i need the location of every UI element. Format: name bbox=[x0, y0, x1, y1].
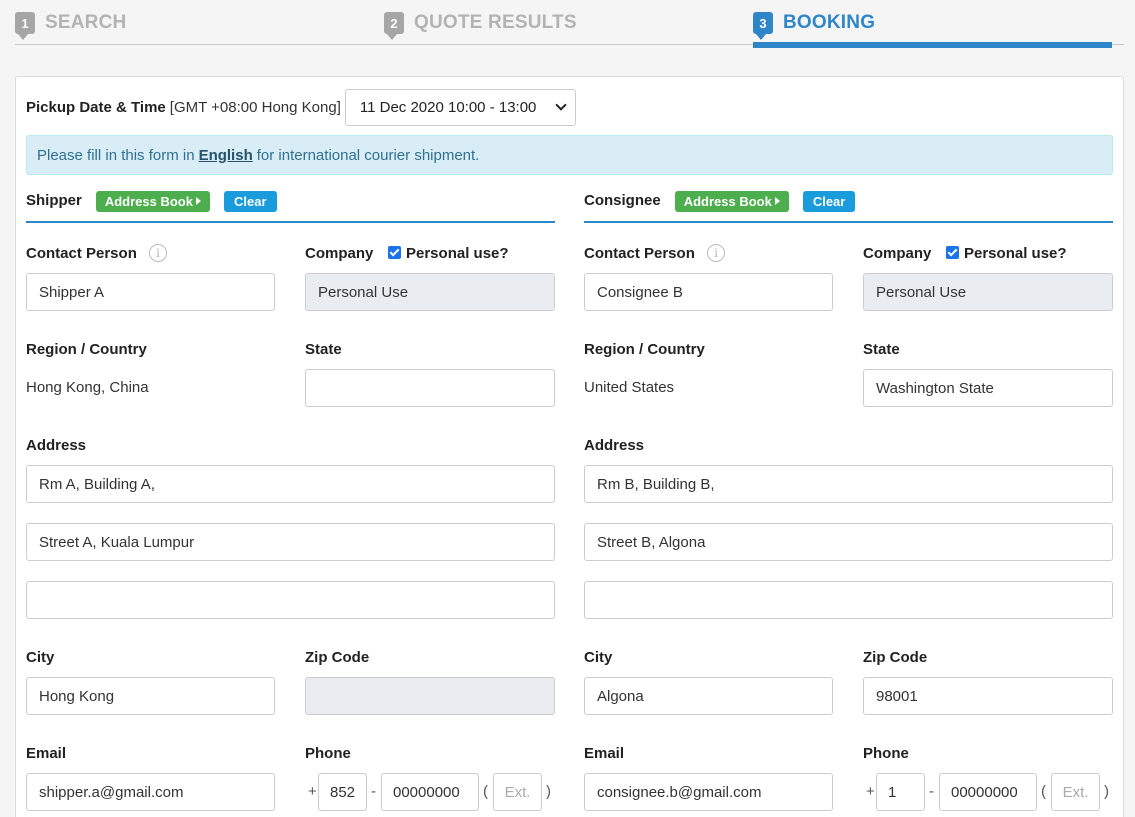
consignee-zip-input[interactable]: 98001 bbox=[863, 677, 1113, 715]
chevron-down-icon bbox=[555, 99, 567, 111]
shipper-email-input[interactable]: shipper.a@gmail.com bbox=[26, 773, 275, 811]
shipper-company-input: Personal Use bbox=[305, 273, 555, 311]
shipper-title: Shipper bbox=[26, 191, 82, 209]
pickup-row: Pickup Date & Time [GMT +08:00 Hong Kong… bbox=[26, 88, 576, 126]
consignee-state-label: State bbox=[863, 341, 900, 358]
consignee-phone-country-code[interactable]: 1 bbox=[876, 773, 925, 811]
consignee-email-input[interactable]: consignee.b@gmail.com bbox=[584, 773, 833, 811]
shipper-address-line-2[interactable]: Street A, Kuala Lumpur bbox=[26, 523, 555, 561]
shipper-city-label: City bbox=[26, 649, 55, 666]
step-number-badge: 1 bbox=[15, 12, 35, 40]
step-label: SEARCH bbox=[45, 12, 127, 33]
shipper-phone-number[interactable]: 00000000 bbox=[381, 773, 479, 811]
shipper-header: Shipper Address Book Clear bbox=[26, 185, 555, 223]
shipper-region-value: Hong Kong, China bbox=[26, 379, 149, 396]
pickup-selected-value: 11 Dec 2020 10:00 - 13:00 bbox=[359, 98, 537, 116]
pickup-label: Pickup Date & Time bbox=[26, 98, 166, 116]
consignee-email-label: Email bbox=[584, 745, 625, 762]
shipper-zip-input bbox=[305, 677, 555, 715]
consignee-clear-button[interactable]: Clear bbox=[802, 190, 856, 212]
shipper-contact-person-label: Contact Person bbox=[26, 245, 137, 262]
shipper-company-label: Company bbox=[305, 245, 374, 262]
shipper-city-input[interactable]: Hong Kong bbox=[26, 677, 275, 715]
plus-sign: + bbox=[308, 783, 317, 800]
shipper-address-line-1[interactable]: Rm A, Building A, bbox=[26, 465, 555, 503]
shipper-address-line-3[interactable] bbox=[26, 581, 555, 619]
open-paren: ( bbox=[1041, 783, 1046, 800]
shipper-address-book-button[interactable]: Address Book bbox=[95, 190, 210, 212]
consignee-address-line-3[interactable] bbox=[584, 581, 1113, 619]
consignee-contact-person-input[interactable]: Consignee B bbox=[584, 273, 833, 311]
consignee-state-input[interactable]: Washington State bbox=[863, 369, 1113, 407]
open-paren: ( bbox=[483, 783, 488, 800]
shipper-state-input[interactable] bbox=[305, 369, 555, 407]
consignee-header: Consignee Address Book Clear bbox=[584, 185, 1113, 223]
caret-right-icon bbox=[774, 197, 780, 205]
step-quote-results[interactable]: 2 QUOTE RESULTS bbox=[384, 9, 577, 40]
shipper-personal-use-label[interactable]: Personal use? bbox=[406, 245, 509, 262]
shipper-state-label: State bbox=[305, 341, 342, 358]
plus-sign: + bbox=[866, 783, 875, 800]
consignee-personal-use-label[interactable]: Personal use? bbox=[964, 245, 1067, 262]
shipper-section: Shipper Address Book Clear Contact Perso… bbox=[26, 185, 555, 817]
shipper-address-label: Address bbox=[26, 437, 87, 454]
booking-stepper: 1 SEARCH 2 QUOTE RESULTS 3 BOOKING bbox=[0, 0, 1135, 50]
consignee-company-label: Company bbox=[863, 245, 932, 262]
notice-prefix: Please fill in this form in bbox=[37, 146, 195, 164]
step-number-badge: 2 bbox=[384, 12, 404, 40]
consignee-company-input: Personal Use bbox=[863, 273, 1113, 311]
consignee-personal-use-checkbox[interactable] bbox=[946, 246, 959, 259]
shipper-contact-person-input[interactable]: Shipper A bbox=[26, 273, 275, 311]
shipper-clear-button[interactable]: Clear bbox=[223, 190, 277, 212]
address-book-label: Address Book bbox=[683, 193, 772, 209]
address-book-label: Address Book bbox=[104, 193, 193, 209]
info-icon[interactable]: i bbox=[707, 244, 725, 262]
consignee-phone-label: Phone bbox=[863, 745, 909, 762]
caret-right-icon bbox=[195, 197, 201, 205]
shipper-personal-use-checkbox[interactable] bbox=[388, 246, 401, 259]
dash-separator: - bbox=[371, 783, 376, 800]
consignee-address-label: Address bbox=[584, 437, 645, 454]
pickup-time-select[interactable]: 11 Dec 2020 10:00 - 13:00 bbox=[344, 88, 576, 126]
consignee-address-line-2[interactable]: Street B, Algona bbox=[584, 523, 1113, 561]
consignee-title: Consignee bbox=[584, 191, 661, 209]
booking-form-panel: Pickup Date & Time [GMT +08:00 Hong Kong… bbox=[15, 76, 1124, 817]
step-label: BOOKING bbox=[783, 12, 876, 33]
pickup-timezone: [GMT +08:00 Hong Kong] bbox=[169, 98, 341, 116]
consignee-city-input[interactable]: Algona bbox=[584, 677, 833, 715]
shipper-zip-label: Zip Code bbox=[305, 649, 370, 666]
consignee-city-label: City bbox=[584, 649, 613, 666]
close-paren: ) bbox=[546, 783, 551, 800]
consignee-address-line-1[interactable]: Rm B, Building B, bbox=[584, 465, 1113, 503]
consignee-address-book-button[interactable]: Address Book bbox=[674, 190, 789, 212]
consignee-region-value: United States bbox=[584, 379, 675, 396]
shipper-phone-label: Phone bbox=[305, 745, 351, 762]
close-paren: ) bbox=[1104, 783, 1109, 800]
consignee-zip-label: Zip Code bbox=[863, 649, 928, 666]
dash-separator: - bbox=[929, 783, 934, 800]
step-label: QUOTE RESULTS bbox=[414, 12, 577, 33]
consignee-phone-ext[interactable]: Ext. bbox=[1051, 773, 1100, 811]
step-number-badge: 3 bbox=[753, 12, 773, 40]
consignee-phone-number[interactable]: 00000000 bbox=[939, 773, 1037, 811]
stepper-active-indicator bbox=[753, 42, 1112, 48]
consignee-contact-person-label: Contact Person bbox=[584, 245, 695, 262]
language-notice: Please fill in this form in English for … bbox=[26, 135, 1113, 175]
shipper-email-label: Email bbox=[26, 745, 67, 762]
english-link[interactable]: English bbox=[199, 147, 253, 164]
notice-suffix: for international courier shipment. bbox=[256, 146, 480, 164]
info-icon[interactable]: i bbox=[149, 244, 167, 262]
step-booking: 3 BOOKING bbox=[753, 9, 876, 40]
shipper-phone-ext[interactable]: Ext. bbox=[493, 773, 542, 811]
consignee-section: Consignee Address Book Clear Contact Per… bbox=[584, 185, 1113, 817]
shipper-region-label: Region / Country bbox=[26, 341, 147, 358]
shipper-phone-country-code[interactable]: 852 bbox=[318, 773, 367, 811]
step-search[interactable]: 1 SEARCH bbox=[15, 9, 127, 40]
consignee-region-label: Region / Country bbox=[584, 341, 705, 358]
